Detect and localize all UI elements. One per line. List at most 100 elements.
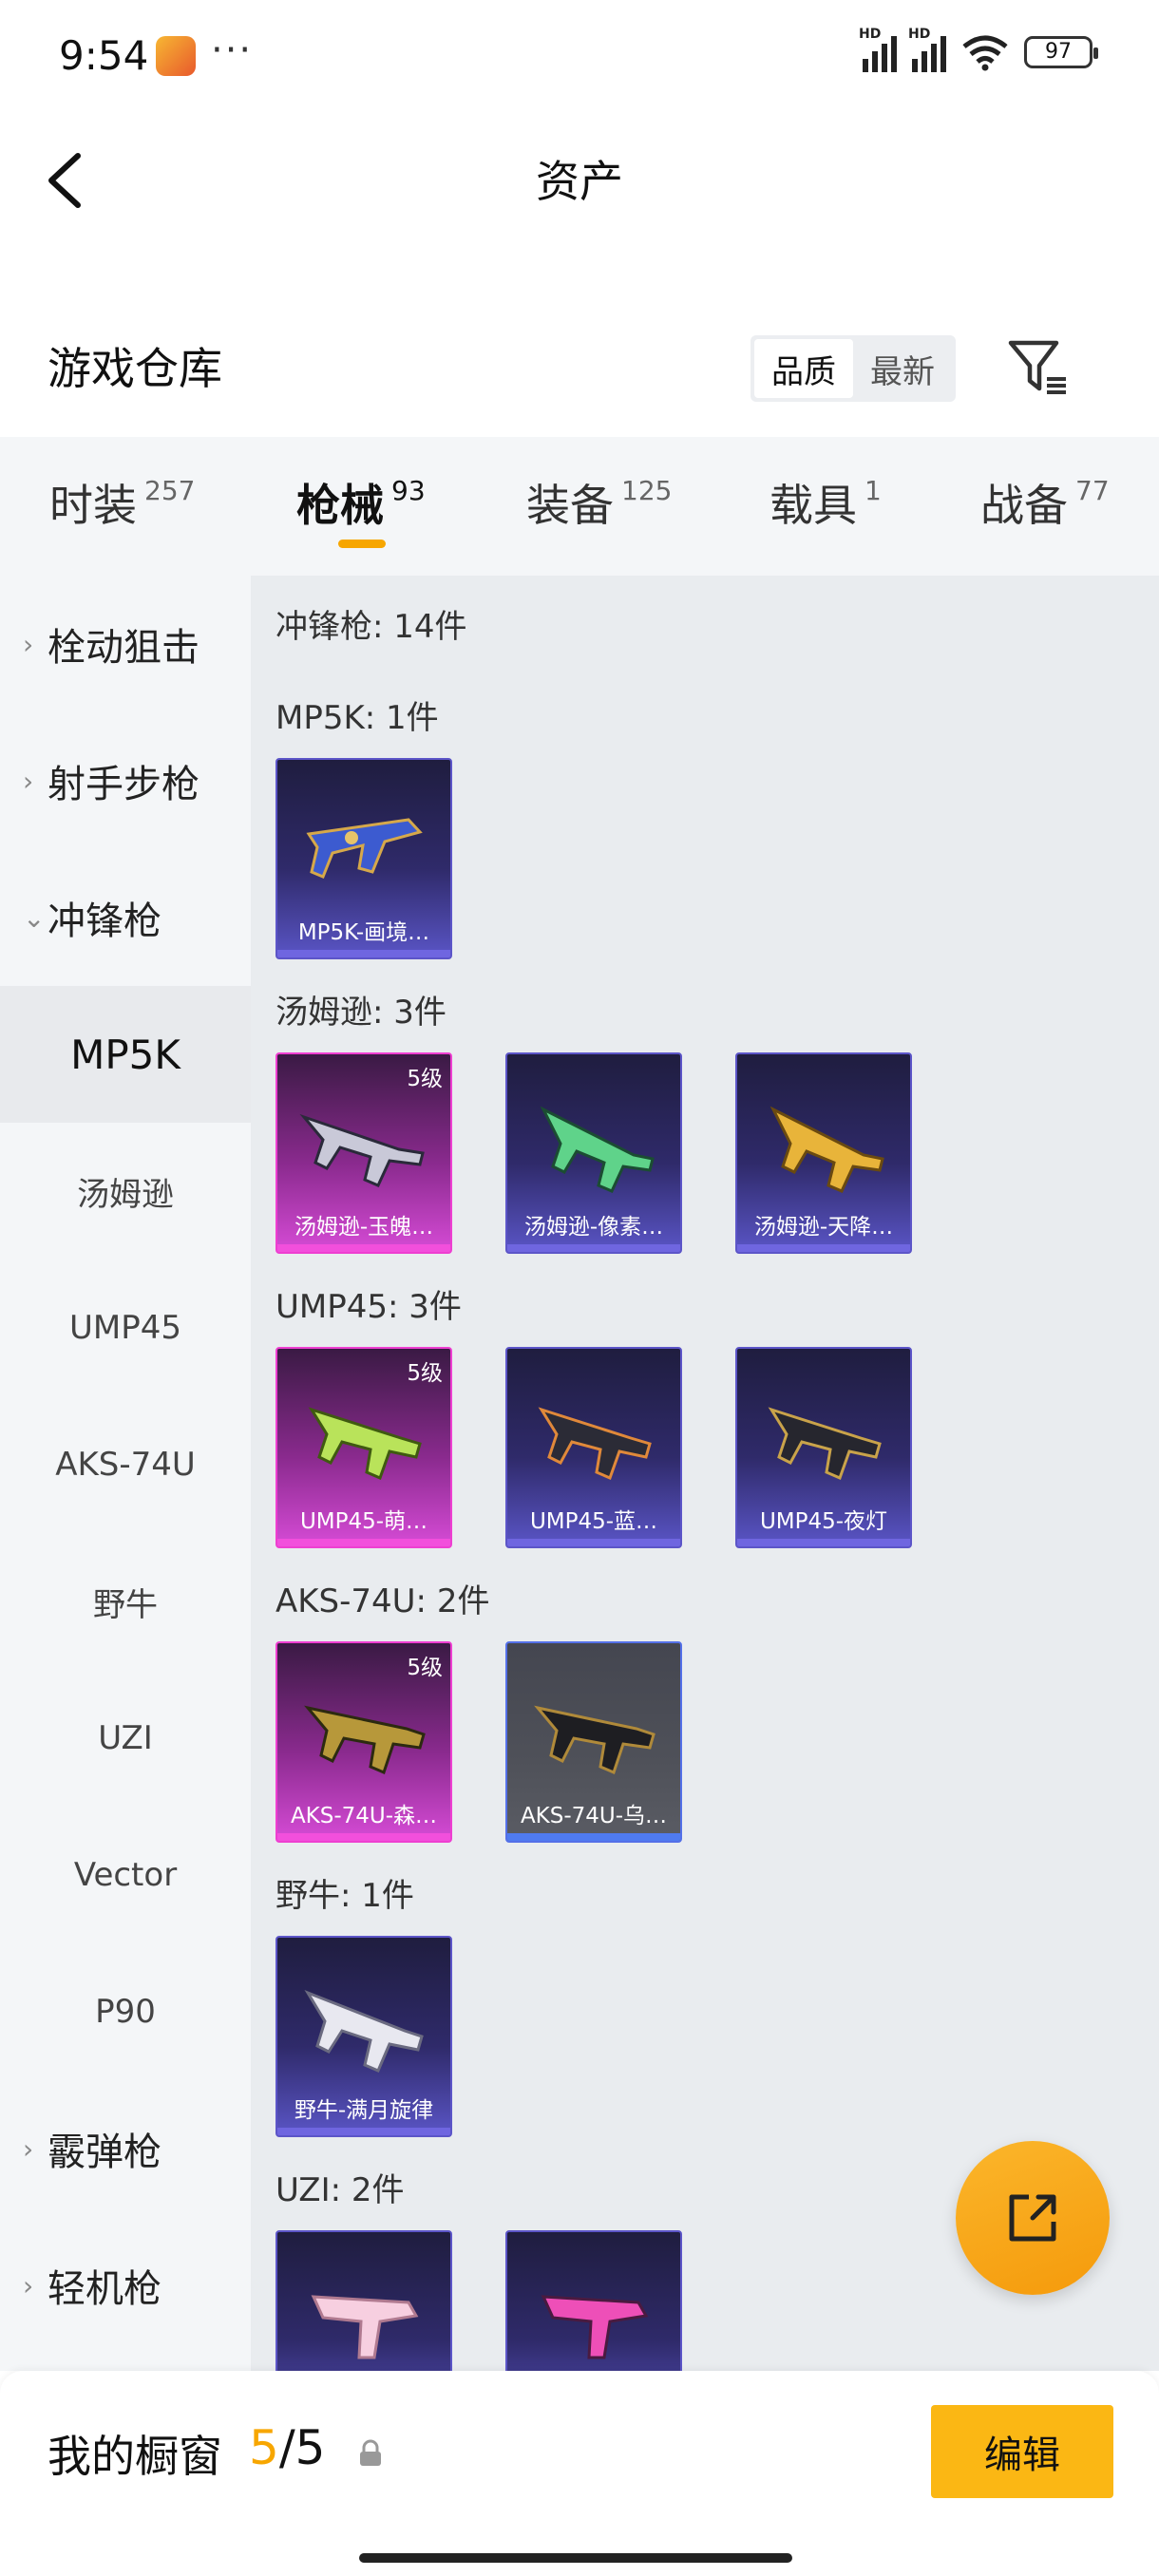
weapon-name: 汤姆逊-玉魄… (294, 1215, 434, 1240)
group-title-mp5k: MP5K: 1件 (276, 699, 439, 737)
sidebar-item-label: MP5K (70, 1031, 180, 1078)
showcase-bar: 我的橱窗 5/5 编辑 (0, 2371, 1159, 2576)
sidebar-item-label: UZI (98, 1719, 153, 1757)
sidebar-group-bolt-sniper[interactable]: › 栓动狙击 (0, 576, 251, 712)
category-count-title: 冲锋枪: 14件 (276, 608, 467, 646)
weapon-card[interactable]: UMP45-蓝… (505, 1347, 682, 1548)
tab-label: 载具 (770, 480, 857, 531)
rarity-band (277, 1244, 450, 1252)
tab-vehicles[interactable]: 载具 1 (770, 471, 882, 534)
sidebar-group-label: 冲锋枪 (48, 900, 162, 943)
sidebar-item-bizon[interactable]: 野牛 (0, 1533, 251, 1670)
weapon-image (299, 1113, 425, 1187)
weapon-content-panel[interactable]: 冲锋枪: 14件 MP5K: 1件 MP5K-画境… 汤姆逊: 3件 5级 汤姆… (251, 576, 1159, 2371)
showcase-current: 5 (249, 2420, 279, 2475)
sidebar-group-marksman-rifle[interactable]: › 射手步枪 (0, 712, 251, 849)
battery-indicator: 97 (1024, 36, 1098, 68)
home-indicator[interactable] (359, 2553, 792, 2563)
sidebar-group-label: 栓动狙击 (48, 626, 200, 670)
sidebar-group-label: 轻机枪 (48, 2267, 162, 2311)
showcase-total: /5 (278, 2420, 326, 2475)
group-title-bizon: 野牛: 1件 (276, 1877, 414, 1915)
sidebar-group-smg[interactable]: ⌄ 冲锋枪 (0, 849, 251, 986)
weapon-image (304, 1705, 426, 1775)
tab-count: 93 (391, 475, 426, 506)
tab-supplies[interactable]: 战备 77 (980, 471, 1110, 534)
share-export-button[interactable] (956, 2141, 1110, 2295)
weapon-card[interactable]: 5级 汤姆逊-玉魄… (276, 1052, 452, 1254)
sidebar-item-ump45[interactable]: UMP45 (0, 1260, 251, 1396)
tab-label: 枪械 (296, 480, 384, 531)
sidebar-item-label: P90 (95, 1993, 156, 2031)
weapon-card[interactable] (505, 2230, 682, 2371)
sort-toggle: 品质 最新 (750, 335, 956, 402)
sort-option-quality[interactable]: 品质 (754, 339, 853, 398)
showcase-label: 我的橱窗 (48, 2431, 222, 2482)
filter-icon[interactable] (1007, 337, 1070, 398)
sidebar-group-lmg[interactable]: › 轻机枪 (0, 2217, 251, 2354)
signal-icon-2: HD (908, 27, 946, 72)
sidebar-item-aks74u[interactable]: AKS-74U (0, 1396, 251, 1533)
weapon-type-sidebar: › 栓动狙击 › 射手步枪 ⌄ 冲锋枪 MP5K 汤姆逊 UMP45 AKS-7… (0, 576, 251, 2371)
group-title-ump45: UMP45: 3件 (276, 1288, 462, 1326)
status-icons: HD HD 97 (859, 27, 1098, 72)
share-export-icon (1009, 2194, 1056, 2242)
chevron-right-icon: › (23, 2132, 34, 2165)
tab-count: 257 (144, 475, 196, 506)
tab-fashion[interactable]: 时装 257 (49, 471, 195, 534)
chevron-down-icon: ⌄ (23, 901, 46, 934)
weapon-card[interactable]: UMP45-夜灯 (735, 1347, 912, 1548)
weapon-card[interactable]: 野牛-满月旋律 (276, 1936, 452, 2137)
sidebar-item-mp5k[interactable]: MP5K (0, 986, 251, 1123)
signal-icon: HD (859, 27, 897, 72)
weapon-card[interactable]: 5级 AKS-74U-森… (276, 1641, 452, 1843)
hd-label: HD (859, 27, 882, 42)
edit-button[interactable]: 编辑 (931, 2405, 1113, 2498)
weapon-name: AKS-74U-森… (290, 1804, 438, 1828)
sidebar-item-uzi[interactable]: UZI (0, 1670, 251, 1807)
sidebar-item-p90[interactable]: P90 (0, 1943, 251, 2080)
group-title-aks74u: AKS-74U: 2件 (276, 1582, 490, 1620)
weapon-card[interactable]: 汤姆逊-天降… (735, 1052, 912, 1254)
weapon-name: UMP45-夜灯 (759, 1509, 888, 1534)
status-bar: 9:54 ··· HD HD 97 (0, 0, 1159, 114)
lock-icon (360, 2439, 381, 2466)
weapon-name: 汤姆逊-像素… (523, 1215, 664, 1240)
rarity-band (277, 1833, 450, 1841)
weapon-name: AKS-74U-乌… (520, 1804, 668, 1828)
weapon-image (306, 818, 423, 879)
rarity-band (507, 1539, 680, 1546)
wifi-icon (962, 35, 1008, 71)
sidebar-item-label: Vector (73, 1856, 178, 1894)
sidebar-group-label: 射手步枪 (48, 763, 200, 806)
sidebar-item-label: UMP45 (69, 1309, 181, 1347)
sidebar-item-vector[interactable]: Vector (0, 1807, 251, 1943)
weapon-card[interactable]: 汤姆逊-像素… (505, 1052, 682, 1254)
rarity-band (737, 1244, 910, 1252)
sidebar-item-thompson[interactable]: 汤姆逊 (0, 1123, 251, 1260)
weapon-card[interactable]: MP5K-画境… (276, 758, 452, 959)
weapon-card[interactable]: AKS-74U-乌… (505, 1641, 682, 1843)
tab-firearms[interactable]: 枪械 93 (296, 471, 426, 534)
weapon-name: UMP45-蓝… (529, 1509, 658, 1534)
status-time: 9:54 (59, 32, 149, 79)
rarity-band (277, 950, 450, 957)
sidebar-group-label: 霰弹枪 (48, 2131, 162, 2174)
showcase-count: 5/5 (249, 2420, 325, 2475)
tab-equipment[interactable]: 装备 125 (526, 471, 672, 534)
weapon-image (770, 1106, 884, 1193)
sidebar-item-label: 汤姆逊 (77, 1175, 174, 1214)
rarity-band (507, 1833, 680, 1841)
page-title: 资产 (536, 156, 623, 207)
rarity-band (277, 2128, 450, 2135)
tab-label: 时装 (49, 480, 137, 531)
sort-option-newest[interactable]: 最新 (853, 339, 952, 398)
tab-count: 1 (864, 475, 882, 506)
weapon-image (540, 1106, 655, 1193)
chevron-right-icon: › (23, 765, 34, 797)
weapon-card[interactable]: 5级 UMP45-萌… (276, 1347, 452, 1548)
weapon-card[interactable] (276, 2230, 452, 2371)
sidebar-group-shotgun[interactable]: › 霰弹枪 (0, 2080, 251, 2217)
weapon-name: UMP45-萌… (299, 1509, 428, 1534)
weapon-image (541, 2295, 649, 2359)
